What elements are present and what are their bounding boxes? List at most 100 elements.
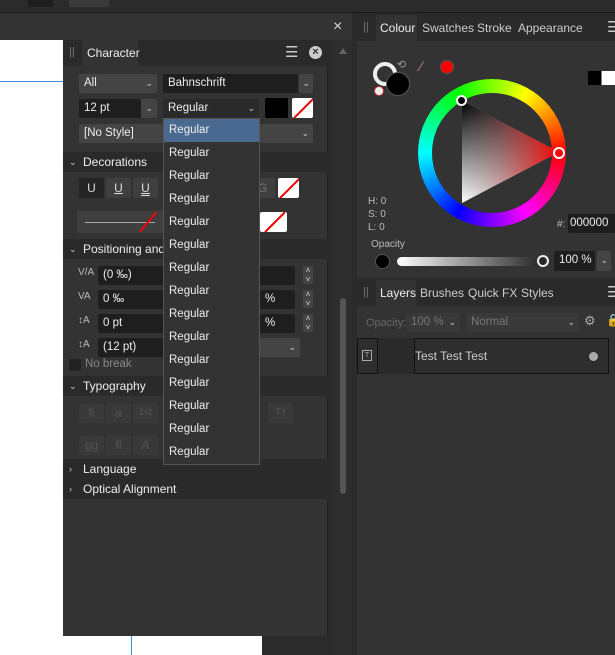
chevron-down-icon: ⌄ (145, 103, 153, 113)
drag-handle-icon[interactable]: || (363, 286, 369, 298)
lock-icon[interactable]: 🔒 (606, 313, 615, 327)
gear-icon[interactable]: ⚙ (584, 313, 596, 329)
small-caps-button[interactable]: Tт (268, 403, 293, 423)
tab-character[interactable]: Character (82, 40, 140, 66)
text-layer-icon: T (362, 350, 372, 361)
layer-row[interactable]: T Test Test Test (357, 338, 609, 374)
discretionary-ligatures-button[interactable]: gg (79, 435, 104, 455)
font-style-option[interactable]: Regular (164, 441, 259, 464)
no-colour-icon[interactable] (374, 86, 384, 96)
font-style-option[interactable]: Regular (164, 119, 259, 142)
scroll-up-icon[interactable] (339, 48, 347, 54)
opacity-slider[interactable] (397, 257, 545, 266)
line-style-select[interactable] (77, 211, 177, 233)
leading-input[interactable]: (12 pt) (98, 338, 163, 357)
font-style-option[interactable]: Regular (164, 349, 259, 372)
close-panel-icon[interactable]: × (309, 46, 322, 59)
hue-handle[interactable] (553, 147, 565, 159)
text-background-swatch[interactable] (292, 98, 313, 118)
scale-h-input[interactable]: % (260, 290, 295, 309)
toolbar-button[interactable] (28, 0, 53, 7)
ordinals-button[interactable]: 1st (133, 403, 158, 423)
baseline-input[interactable]: 0 pt (98, 314, 163, 333)
font-style-option[interactable]: Regular (164, 211, 259, 234)
opacity-dropdown-button[interactable]: ⌄ (597, 251, 611, 271)
font-style-option[interactable]: Regular (164, 326, 259, 349)
no-break-checkbox[interactable] (69, 359, 81, 371)
opacity-label: Opacity (371, 239, 405, 250)
triangle-handle[interactable] (456, 95, 467, 106)
section-title: Optical Alignment (83, 482, 177, 496)
stepper-icon[interactable]: ˄ ˅ (303, 290, 313, 308)
line-color-swatch[interactable] (260, 212, 287, 232)
kerning-right-input[interactable] (260, 266, 295, 285)
toolbar-button[interactable] (69, 0, 109, 7)
font-size-dropdown-button[interactable]: ⌄ (141, 99, 157, 118)
scale-v-input[interactable]: % (260, 314, 295, 333)
decoration-color-swatch[interactable] (278, 178, 299, 198)
tab-styles[interactable]: Styles (521, 280, 554, 306)
colour-triangle[interactable] (455, 95, 565, 215)
font-style-option[interactable]: Regular (164, 303, 259, 326)
eyedropper-icon[interactable]: ⁄ (420, 58, 422, 74)
drag-handle-icon[interactable]: || (69, 46, 75, 58)
font-style-option[interactable]: Regular (164, 395, 259, 418)
hex-input[interactable]: 000000 (568, 214, 615, 233)
swap-colours-icon[interactable]: ⟲ (397, 58, 406, 71)
section-title: Language (83, 462, 137, 476)
ligatures-button[interactable]: fi (79, 403, 104, 423)
font-style-select[interactable]: Regular ⌄ (163, 99, 259, 118)
font-family-input[interactable]: Bahnschrift (163, 74, 298, 93)
chevron-down-icon: ⌄ (600, 255, 608, 265)
font-style-option[interactable]: Regular (164, 165, 259, 188)
fractions-button[interactable]: fi (106, 435, 131, 455)
kerning-input[interactable]: (0 ‰) (98, 266, 163, 285)
underline-none-button[interactable]: U (79, 178, 104, 198)
tab-appearance[interactable]: Appearance (518, 15, 583, 41)
menu-icon[interactable]: ☰ (607, 283, 615, 301)
picked-colour-swatch[interactable] (440, 60, 454, 74)
tab-brushes[interactable]: Brushes (420, 280, 464, 306)
tab-colour[interactable]: Colour (376, 15, 417, 41)
layer-opacity-select[interactable]: 100 % ⌄ (406, 313, 460, 332)
tab-quick-fx[interactable]: Quick FX (468, 280, 517, 306)
scrollbar-thumb[interactable] (340, 298, 346, 494)
stylistic-button[interactable]: A (133, 435, 158, 455)
scope-select[interactable]: All ⌄ (79, 74, 157, 93)
section-optical-alignment[interactable]: › Optical Alignment (63, 479, 328, 499)
font-style-option[interactable]: Regular (164, 418, 259, 441)
tracking-input[interactable]: 0 ‰ (98, 290, 163, 309)
underline-single-button[interactable]: U (106, 178, 131, 198)
font-size-input[interactable]: 12 pt (79, 99, 141, 118)
leading-select[interactable]: ⌄ (260, 338, 300, 357)
lightness-value: L: 0 (368, 222, 385, 233)
text-fill-swatch[interactable] (265, 98, 288, 118)
tab-layers[interactable]: Layers (376, 280, 416, 306)
font-family-dropdown-button[interactable]: ⌄ (299, 74, 313, 93)
font-style-option[interactable]: Regular (164, 280, 259, 303)
font-style-option[interactable]: Regular (164, 188, 259, 211)
font-style-option[interactable]: Regular (164, 234, 259, 257)
chevron-right-icon: › (69, 464, 72, 474)
swash-button[interactable]: a (106, 403, 131, 423)
font-style-option[interactable]: Regular (164, 257, 259, 280)
menu-icon[interactable]: ☰ (607, 18, 615, 36)
drag-handle-icon[interactable]: || (363, 21, 369, 33)
close-document-button[interactable]: × (333, 18, 342, 36)
tab-stroke[interactable]: Stroke (477, 15, 512, 41)
opacity-slider-handle[interactable] (537, 255, 549, 267)
colour-comparison (588, 71, 615, 85)
stepper-icon[interactable]: ˄ ˅ (303, 266, 313, 284)
hue-value: H: 0 (368, 196, 387, 207)
font-style-option[interactable]: Regular (164, 372, 259, 395)
tab-swatches[interactable]: Swatches (422, 15, 474, 41)
blend-mode-select[interactable]: Normal ⌄ (466, 313, 579, 332)
scrollbar[interactable] (334, 40, 352, 655)
opacity-input[interactable]: 100 % (554, 251, 595, 271)
fill-swatch[interactable] (386, 72, 410, 96)
menu-icon[interactable]: ☰ (285, 43, 298, 61)
visibility-toggle[interactable] (589, 352, 598, 361)
underline-double-button[interactable]: U (133, 178, 158, 198)
stepper-icon[interactable]: ˄ ˅ (303, 314, 313, 332)
font-style-option[interactable]: Regular (164, 142, 259, 165)
